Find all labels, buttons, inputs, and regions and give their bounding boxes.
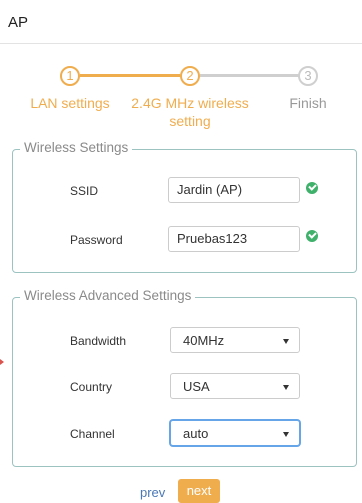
page-title: AP: [8, 14, 29, 31]
chevron-down-icon: [283, 385, 289, 390]
ssid-input[interactable]: Jardin (AP): [168, 177, 300, 203]
wireless-settings-fieldset: [12, 149, 357, 273]
bandwidth-label: Bandwidth: [70, 334, 127, 348]
step-2-circle: 2: [180, 66, 200, 86]
ssid-label: SSID: [70, 184, 99, 198]
channel-select[interactable]: auto: [170, 420, 300, 446]
country-select[interactable]: USA: [170, 373, 300, 399]
wireless-settings-legend: Wireless Settings: [20, 140, 133, 155]
password-valid-icon: [306, 230, 318, 242]
advanced-settings-legend: Wireless Advanced Settings: [20, 288, 196, 303]
channel-selected-value: auto: [183, 426, 209, 441]
channel-label: Channel: [70, 427, 115, 441]
chevron-down-icon: [283, 432, 289, 437]
step-1-label: LAN settings: [30, 95, 110, 111]
step-1-circle: 1: [60, 66, 80, 86]
step-connector-2: [200, 74, 300, 77]
step-2-label: 2.4G MHz wireless setting: [131, 95, 249, 129]
header-bar: AP: [0, 0, 362, 44]
prev-button[interactable]: prev: [140, 485, 165, 500]
country-selected-value: USA: [183, 379, 210, 394]
bandwidth-selected-value: 40MHz: [183, 333, 225, 348]
chevron-down-icon: [283, 339, 289, 344]
bandwidth-select[interactable]: 40MHz: [170, 327, 300, 353]
next-button[interactable]: next: [178, 479, 220, 503]
ssid-valid-icon: [306, 182, 318, 194]
password-input[interactable]: Pruebas123: [168, 226, 300, 252]
edge-marker: [0, 359, 4, 365]
step-3-label: Finish: [289, 95, 327, 111]
password-label: Password: [70, 233, 123, 247]
step-3-circle: 3: [298, 66, 318, 86]
country-label: Country: [70, 380, 113, 394]
step-connector-1: [80, 74, 180, 77]
